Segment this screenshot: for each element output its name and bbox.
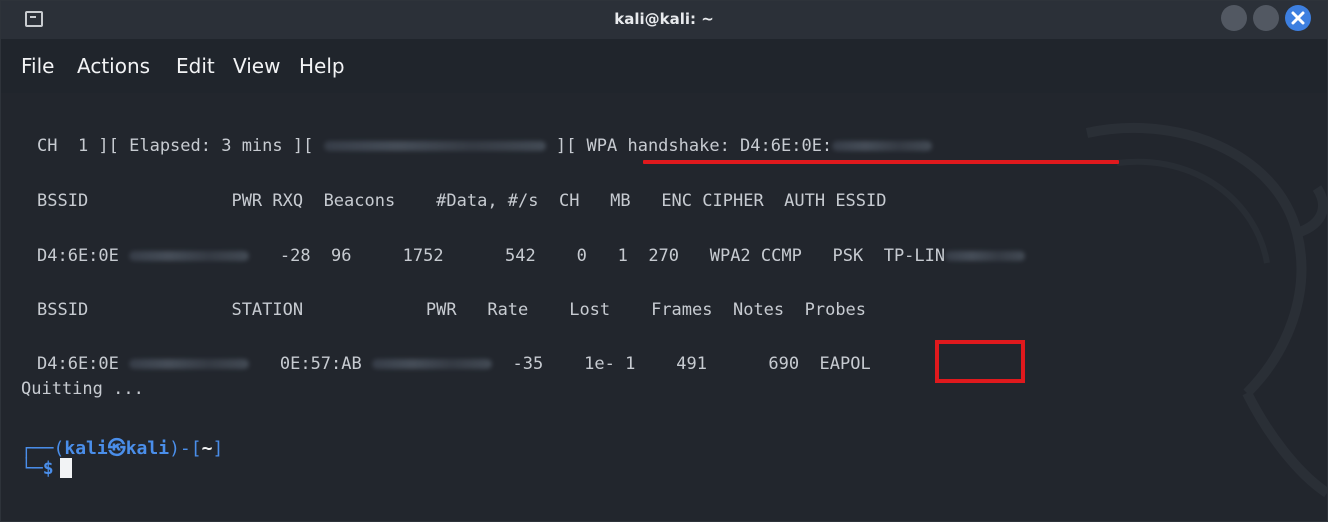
ap-table-header: BSSID PWR RXQ Beacons #Data, #/s CH MB E… bbox=[37, 191, 887, 211]
maximize-button[interactable] bbox=[1253, 5, 1279, 31]
prompt-user: kali bbox=[64, 438, 108, 459]
station-table-row: D4:6E:0E 0E:57:AB -35 1e- 1 491 690 EAPO… bbox=[37, 354, 871, 374]
station-table-header: BSSID STATION PWR Rate Lost Frames Notes… bbox=[37, 300, 867, 320]
prompt-host: kali bbox=[125, 438, 170, 459]
station-bssid: D4:6E:0E bbox=[37, 354, 119, 374]
close-icon bbox=[1291, 11, 1305, 25]
status-line: CH 1 ][ Elapsed: 3 mins ][ ][ WPA handsh… bbox=[37, 136, 933, 156]
shell-prompt: ┌──(kali㉿kali)-[~] bbox=[21, 434, 223, 460]
status-handshake: ][ WPA handshake: D4:6E:0E: bbox=[555, 136, 833, 156]
eapol-highlight-box bbox=[935, 340, 1025, 383]
menu-actions[interactable]: Actions bbox=[77, 54, 150, 78]
shell-input-line[interactable]: └─$ bbox=[21, 458, 72, 479]
window-title: kali@kali: ~ bbox=[614, 10, 714, 28]
prompt-dir: ~ bbox=[201, 438, 213, 459]
station-values: -35 1e- 1 491 690 bbox=[512, 354, 820, 374]
quitting-text: Quitting ... bbox=[21, 379, 144, 399]
station-mac: 0E:57:AB bbox=[279, 354, 362, 374]
prompt-frame-close: )-[ bbox=[169, 438, 202, 459]
title-bar: kali@kali: ~ bbox=[1, 1, 1327, 40]
prompt-frame-end: ] bbox=[212, 438, 224, 459]
ap-values: -28 96 1752 542 0 1 270 WPA2 CCMP PSK TP… bbox=[279, 246, 946, 266]
menu-bar: File Actions Edit View Help bbox=[1, 39, 1327, 93]
station-notes: EAPOL bbox=[819, 354, 871, 374]
redacted-mac bbox=[832, 141, 933, 151]
redacted-date bbox=[323, 141, 546, 151]
menu-file[interactable]: File bbox=[21, 54, 54, 78]
prompt-frame-line2: └─ bbox=[21, 458, 43, 479]
prompt-dollar: $ bbox=[42, 458, 54, 479]
redacted-mac bbox=[129, 251, 250, 261]
menu-help[interactable]: Help bbox=[299, 54, 345, 78]
ap-table-row: D4:6E:0E -28 96 1752 542 0 1 270 WPA2 CC… bbox=[37, 246, 1026, 266]
kali-dragon-watermark bbox=[1085, 122, 1327, 498]
handshake-underline bbox=[643, 160, 1119, 164]
minimize-button[interactable] bbox=[1221, 5, 1247, 31]
prompt-frame-open: ┌──( bbox=[21, 438, 65, 459]
terminal-window: kali@kali: ~ File Actions Edit View Help… bbox=[0, 0, 1328, 522]
redacted-essid bbox=[945, 251, 1026, 261]
menu-view[interactable]: View bbox=[233, 54, 280, 78]
text-cursor bbox=[59, 458, 72, 478]
menu-edit[interactable]: Edit bbox=[176, 54, 215, 78]
redacted-mac bbox=[372, 359, 492, 369]
close-button[interactable] bbox=[1285, 5, 1311, 31]
ap-bssid: D4:6E:0E bbox=[37, 246, 119, 266]
redacted-mac bbox=[129, 359, 250, 369]
prompt-at-icon: ㉿ bbox=[107, 438, 126, 459]
status-elapsed: CH 1 ][ Elapsed: 3 mins ][ bbox=[37, 136, 324, 156]
